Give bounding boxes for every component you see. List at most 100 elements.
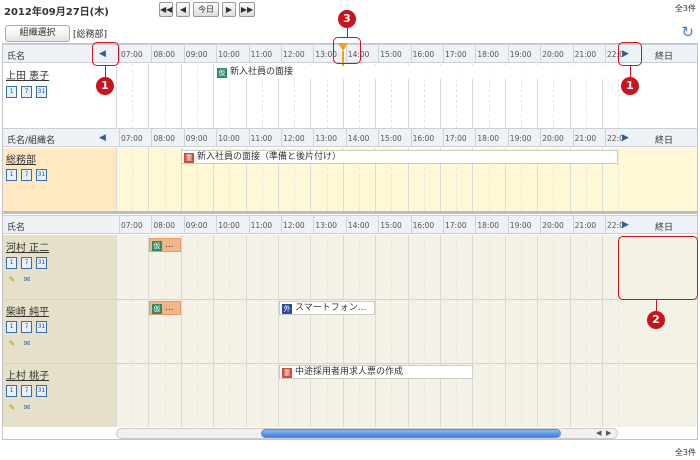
scroll-right-arrow-icon[interactable]: ▶ <box>606 429 611 437</box>
grid-line <box>310 235 312 427</box>
scroll-right-icon[interactable]: ▶ <box>622 133 629 143</box>
grid-line <box>164 64 166 128</box>
grid-line <box>261 235 263 427</box>
grid-line <box>294 235 296 427</box>
grid-line <box>132 235 134 427</box>
scrollbar-thumb[interactable] <box>261 429 561 438</box>
week-calendar-icon[interactable]: 7 <box>21 86 32 98</box>
schedule-event[interactable]: 重新入社員の面接（準備と後片付け） <box>181 150 618 164</box>
time-tick-line <box>248 216 250 234</box>
month-calendar-icon[interactable]: 31 <box>36 385 47 397</box>
time-tick-label: 12:00 <box>283 134 305 143</box>
mail-icon[interactable]: ✉ <box>21 274 33 285</box>
grid-line <box>278 235 279 427</box>
last-page-button[interactable]: ▶▶ <box>239 2 255 17</box>
next-day-button[interactable]: ▶ <box>222 2 236 17</box>
current-date: 2012年09月27日(木) <box>4 7 109 18</box>
time-tick-label: 19:00 <box>509 134 532 143</box>
scroll-left-arrow-icon[interactable]: ◀ <box>596 429 601 437</box>
time-tick-line <box>183 45 185 63</box>
callout-badge: 1 <box>96 77 114 95</box>
day-calendar-icon[interactable]: 1 <box>6 86 17 98</box>
day-calendar-icon[interactable]: 1 <box>6 321 17 333</box>
edit-schedule-icon[interactable]: ✎ <box>6 402 18 413</box>
time-tick-label: 15:00 <box>380 50 402 59</box>
time-tick-label: 11:00 <box>250 221 273 230</box>
schedule-event[interactable]: 重中途採用者用求人票の作成 <box>279 365 473 379</box>
time-tick-label: 20:00 <box>542 50 564 59</box>
time-tick-line <box>540 129 542 147</box>
day-calendar-icon[interactable]: 1 <box>6 169 17 181</box>
time-tick-line <box>378 216 380 234</box>
org-calendar-links: 1 7 31 <box>6 169 51 181</box>
month-calendar-icon[interactable]: 31 <box>36 257 47 269</box>
event-label: ... <box>165 240 174 250</box>
event-tag: 仮 <box>217 68 227 78</box>
time-tick-label: 17:00 <box>445 50 467 59</box>
person-name[interactable]: 上田 恵子 <box>6 67 49 82</box>
person-name[interactable]: 柴崎 純平 <box>6 303 49 318</box>
time-tick-line <box>281 45 282 63</box>
time-tick-label: 08:00 <box>153 221 176 230</box>
allday-header: 終日 <box>655 136 674 146</box>
person-name[interactable]: 上村 桃子 <box>6 367 49 382</box>
time-tick-label: 07:00 <box>121 221 143 230</box>
refresh-icon[interactable]: ↻ <box>681 23 694 41</box>
week-calendar-icon[interactable]: 7 <box>21 385 32 397</box>
month-calendar-icon[interactable]: 31 <box>36 86 47 98</box>
section2-header: 氏名/組織名 ◀ 07:00 08:00 09:00 10:00 11:00 12:00 1… <box>3 128 697 147</box>
day-calendar-icon[interactable]: 1 <box>6 385 17 397</box>
today-button[interactable]: 今日 <box>193 2 219 17</box>
grid-line <box>569 235 571 427</box>
week-calendar-icon[interactable]: 7 <box>21 321 32 333</box>
schedule-event[interactable]: 仮... <box>149 238 181 252</box>
name-column-header: 氏名 <box>7 52 26 62</box>
month-calendar-icon[interactable]: 31 <box>36 169 47 181</box>
day-calendar-icon[interactable]: 1 <box>6 257 17 269</box>
edit-schedule-icon[interactable]: ✎ <box>6 274 18 285</box>
grid-line <box>440 235 441 427</box>
time-tick-label: 12:00 <box>283 50 305 59</box>
schedule-event[interactable]: 外スマートフォン... <box>279 301 375 315</box>
callout-frame-allday-cell <box>618 236 698 300</box>
callout-frame-scroll-right <box>618 42 642 66</box>
result-count-top: 全3件 <box>674 4 696 13</box>
week-calendar-icon[interactable]: 7 <box>21 257 32 269</box>
grid-line <box>197 235 198 427</box>
time-tick-label: 17:00 <box>445 134 467 143</box>
person-calendar-links: 1 7 31 <box>6 321 51 333</box>
time-tick-line <box>605 216 606 234</box>
time-tick-label: 16:00 <box>412 221 435 230</box>
scroll-right-icon[interactable]: ▶ <box>622 220 629 230</box>
person-calendar-links: 1 7 31 <box>6 257 51 269</box>
callout-line <box>105 66 106 77</box>
mail-icon[interactable]: ✉ <box>21 402 33 413</box>
month-calendar-icon[interactable]: 31 <box>36 321 47 333</box>
scroll-left-icon[interactable]: ◀ <box>99 133 106 143</box>
time-tick-line <box>281 129 282 147</box>
time-tick-label: 15:00 <box>380 221 402 230</box>
schedule-event[interactable]: 仮... <box>149 301 181 315</box>
mail-icon[interactable]: ✉ <box>21 338 33 349</box>
time-tick-label: 15:00 <box>380 134 402 143</box>
prev-day-button[interactable]: ◀ <box>176 2 190 17</box>
grid-line <box>456 235 458 427</box>
time-tick-line <box>151 216 153 234</box>
event-tag: 重 <box>184 153 194 163</box>
time-tick-line <box>572 45 574 63</box>
org-name[interactable]: 総務部 <box>6 151 36 166</box>
first-page-button[interactable]: ◀◀ <box>159 2 173 17</box>
time-tick-line <box>119 129 120 147</box>
week-calendar-icon[interactable]: 7 <box>21 169 32 181</box>
event-label: スマートフォン... <box>295 303 367 313</box>
edit-schedule-icon[interactable]: ✎ <box>6 338 18 349</box>
grid-line <box>375 235 377 427</box>
callout-line <box>630 66 631 77</box>
schedule-event[interactable]: 仮新入社員の面接 <box>214 65 619 79</box>
time-tick-line <box>410 45 412 63</box>
time-tick-line <box>248 45 250 63</box>
person-name[interactable]: 河村 正二 <box>6 239 49 254</box>
org-select-button[interactable]: 組織選択 <box>5 25 70 42</box>
grid-line <box>116 235 117 427</box>
grid-line <box>245 235 247 427</box>
